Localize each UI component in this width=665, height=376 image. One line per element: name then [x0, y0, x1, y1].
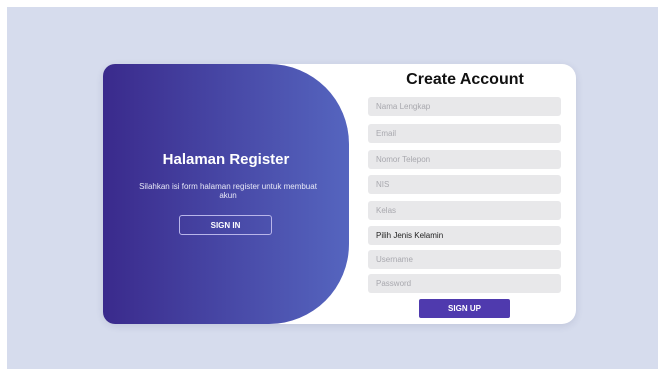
gender-select[interactable]: Pilih Jenis Kelamin — [368, 226, 561, 245]
phone-input[interactable] — [368, 150, 561, 169]
form-title: Create Account — [406, 71, 524, 88]
welcome-title: Halaman Register — [162, 151, 290, 168]
welcome-panel: Halaman Register Silahkan isi form halam… — [103, 64, 349, 324]
username-input[interactable] — [368, 250, 561, 269]
welcome-subtitle: Silahkan isi form halaman register untuk… — [139, 182, 317, 200]
class-input[interactable] — [368, 201, 561, 220]
email-input[interactable] — [368, 124, 561, 143]
sign-in-button[interactable]: SIGN IN — [179, 215, 272, 235]
full-name-input[interactable] — [368, 97, 561, 116]
nis-input[interactable] — [368, 175, 561, 194]
password-input[interactable] — [368, 274, 561, 293]
sign-up-button[interactable]: SIGN UP — [419, 299, 510, 318]
